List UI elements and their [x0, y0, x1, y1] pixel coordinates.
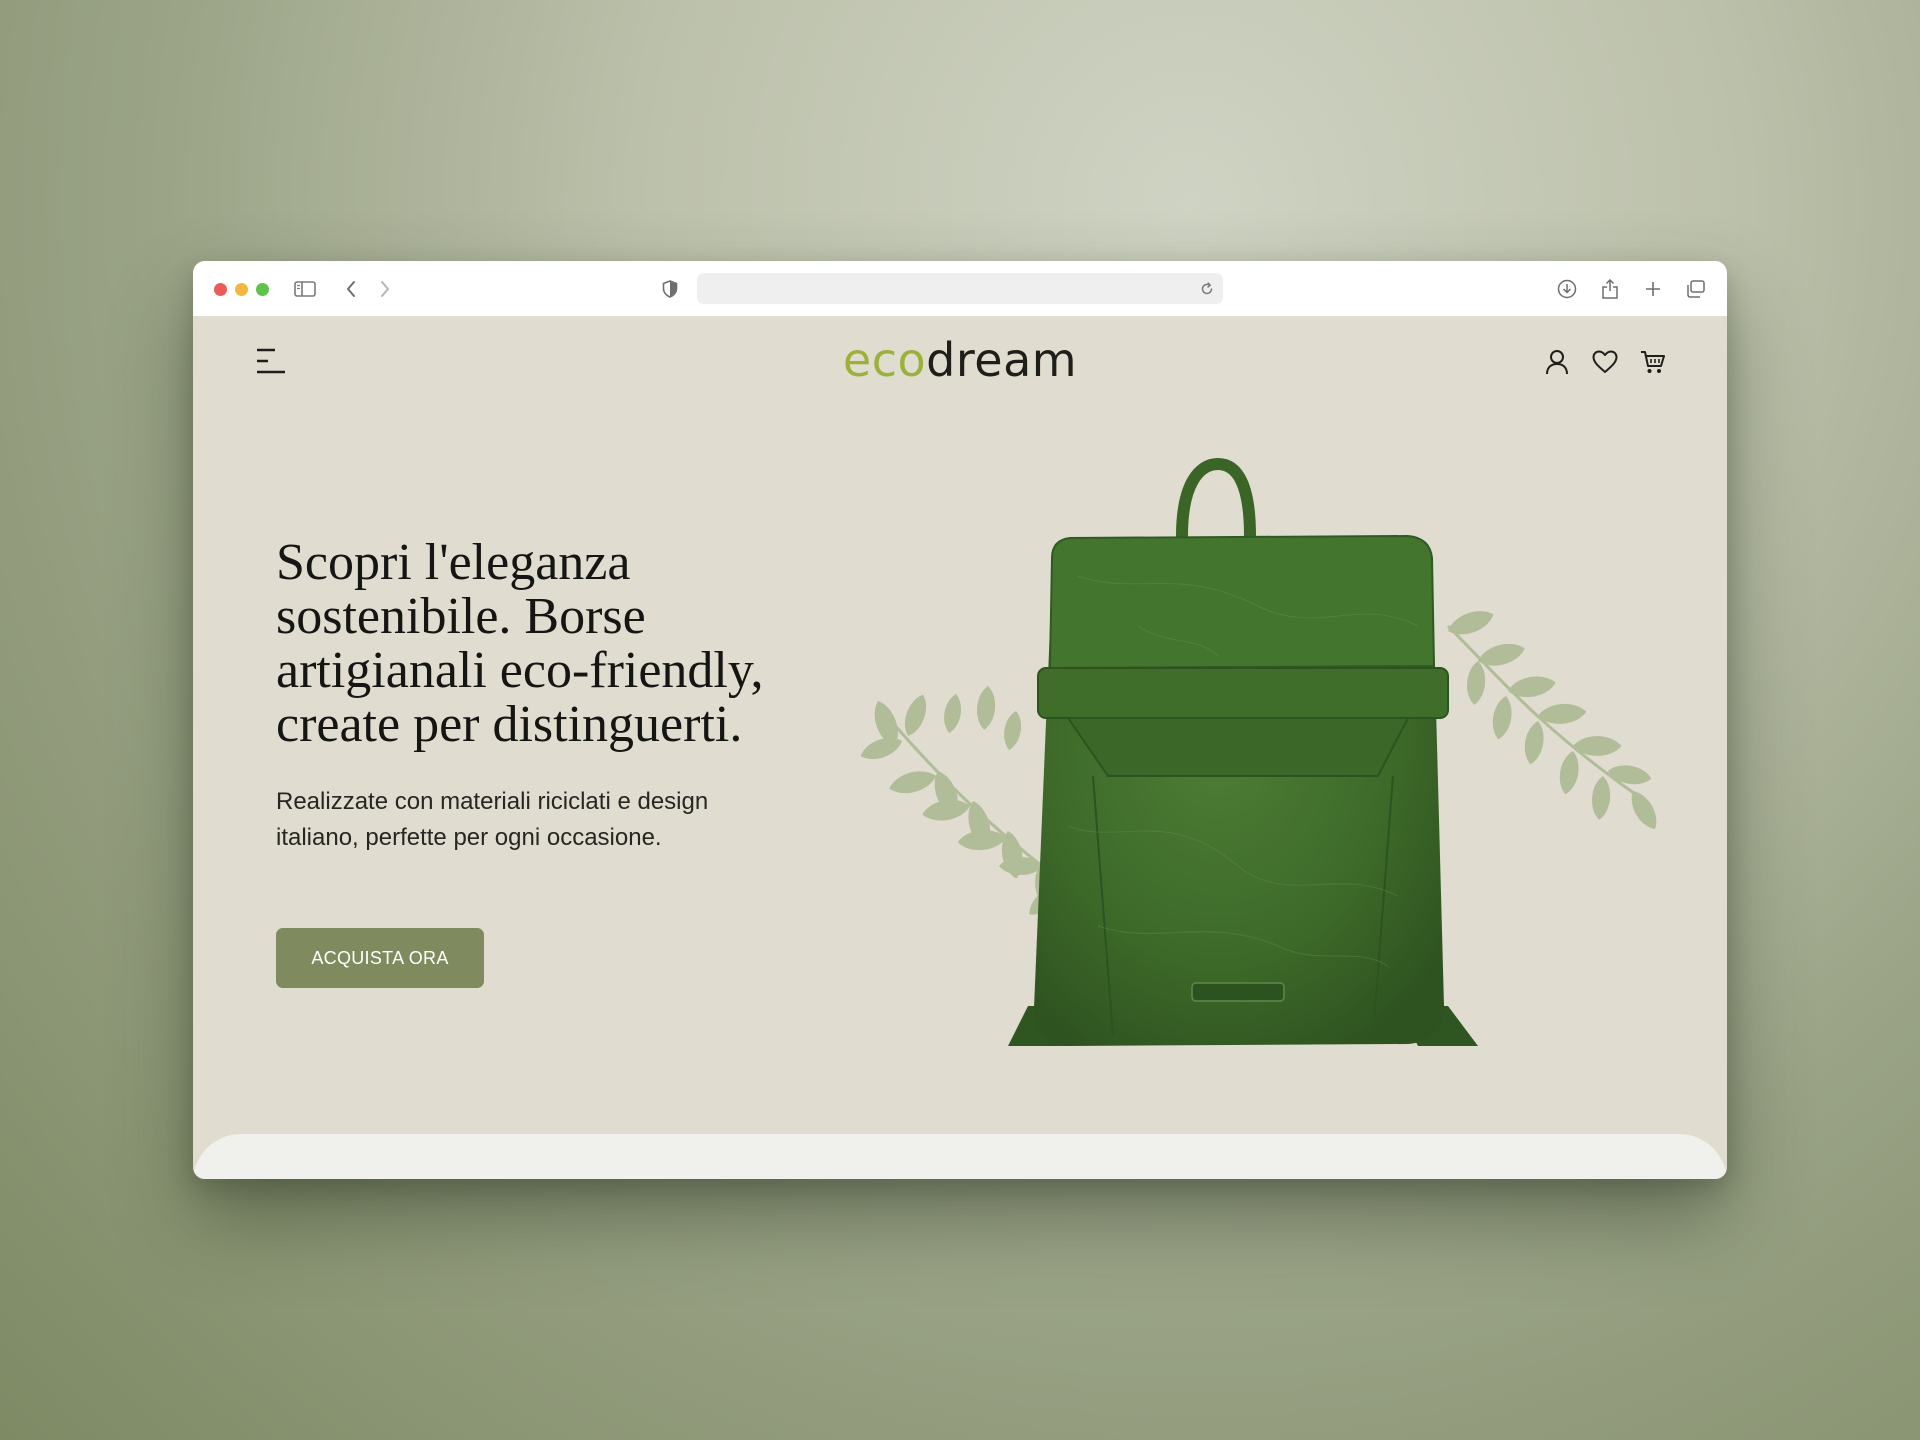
- wishlist-heart-icon[interactable]: [1591, 348, 1619, 376]
- backpack: [1008, 457, 1478, 1046]
- new-tab-icon[interactable]: [1638, 274, 1668, 304]
- close-window-button[interactable]: [214, 283, 227, 296]
- browser-window: ecodream Scopri l'eleganza sostenibile. …: [193, 261, 1727, 1179]
- next-section-card: [193, 1134, 1727, 1179]
- page-content: ecodream Scopri l'eleganza sostenibile. …: [193, 316, 1727, 1179]
- hero-backpack-image: [857, 457, 1663, 1046]
- account-icon[interactable]: [1543, 348, 1571, 376]
- address-bar[interactable]: [697, 273, 1223, 304]
- browser-toolbar: [193, 261, 1727, 317]
- brand-logo[interactable]: ecodream: [193, 334, 1727, 386]
- shop-now-button[interactable]: ACQUISTA ORA: [276, 928, 484, 988]
- tabs-overview-icon[interactable]: [1681, 274, 1711, 304]
- minimize-window-button[interactable]: [235, 283, 248, 296]
- zoom-window-button[interactable]: [256, 283, 269, 296]
- hero-subtitle: Realizzate con materiali riciclati e des…: [276, 788, 709, 851]
- sidebar-icon[interactable]: [290, 274, 320, 304]
- forward-icon[interactable]: [370, 274, 400, 304]
- share-icon[interactable]: [1595, 274, 1625, 304]
- shield-icon[interactable]: [655, 274, 685, 304]
- hero-headline: Scopri l'eleganza sostenibile. Borse art…: [276, 534, 764, 753]
- header-actions: [1543, 348, 1667, 376]
- back-icon[interactable]: [336, 274, 366, 304]
- leaf-branch-left: [857, 685, 1069, 922]
- leaf-branch-right: [1444, 605, 1663, 834]
- reload-icon[interactable]: [1197, 279, 1217, 299]
- logo-eco: eco: [842, 333, 927, 387]
- cart-icon[interactable]: [1639, 348, 1667, 376]
- logo-dream: dream: [926, 333, 1078, 387]
- download-icon[interactable]: [1552, 274, 1582, 304]
